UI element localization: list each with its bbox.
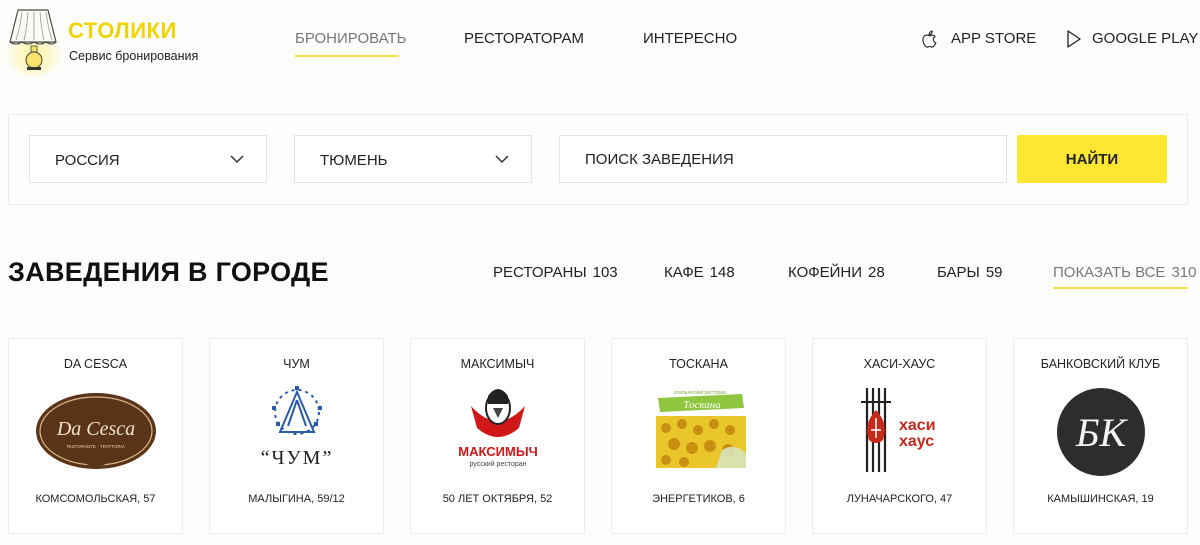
site-header: СТОЛИКИ Сервис бронирования БРОНИРОВАТЬ … xyxy=(0,0,1200,80)
logo-text: “ЧУМ” xyxy=(261,447,334,469)
play-icon xyxy=(1067,30,1081,48)
venue-name: ЧУМ xyxy=(283,357,310,371)
toskana-logo: Тоскана итальянский ресторан xyxy=(656,389,746,468)
venue-card-da-cesca[interactable]: DA CESCA Da Cesca RISTORANTE · TRATTORIA… xyxy=(8,338,183,534)
chum-logo: “ЧУМ” xyxy=(261,386,334,469)
venue-card-bank-club[interactable]: БАНКОВСКИЙ КЛУБ БК КАМЫШИНСКАЯ, 19 xyxy=(1013,338,1188,534)
filter-count: 59 xyxy=(985,264,1003,281)
filter-show-all[interactable]: ПОКАЗАТЬ ВСЕ 310 xyxy=(1053,264,1196,281)
filter-coffee-shops[interactable]: КОФЕЙНИ 28 xyxy=(788,264,885,281)
country-select-value: РОССИЯ xyxy=(55,152,120,169)
venue-name: БАНКОВСКИЙ КЛУБ xyxy=(1040,357,1161,371)
venue-address: КАМЫШИНСКАЯ, 19 xyxy=(1047,493,1154,505)
logo-text: Тоскана xyxy=(683,399,721,411)
nav-interesting[interactable]: ИНТЕРЕСНО xyxy=(643,30,737,47)
city-select[interactable]: ТЮМЕНЬ xyxy=(294,135,532,183)
find-button[interactable]: НАЙТИ xyxy=(1017,135,1167,183)
da-cesca-logo: Da Cesca RISTORANTE · TRATTORIA xyxy=(36,393,156,469)
venue-name: DA CESCA xyxy=(63,357,128,371)
section-title: ЗАВЕДЕНИЯ В ГОРОДЕ xyxy=(8,257,329,287)
filter-label: БАРЫ xyxy=(937,264,980,281)
logo-subtext: русский ресторан xyxy=(469,460,526,468)
filter-cafes[interactable]: КАФЕ 148 xyxy=(664,264,735,281)
venue-address: 50 ЛЕТ ОКТЯБРЯ, 52 xyxy=(442,493,553,505)
filter-label: КАФЕ xyxy=(664,264,704,281)
venue-card-maksimych[interactable]: МАКСИМЫЧ МАКСИМЫЧ русский ресторан 50 ЛЕ… xyxy=(410,338,585,534)
hasi-haus-logo: хаси хаус xyxy=(861,388,936,472)
nav-restaurateurs[interactable]: РЕСТОРАТОРАМ xyxy=(464,30,584,47)
filter-count: 148 xyxy=(709,264,735,281)
logo-text-2: хаус xyxy=(899,433,934,450)
nav-active-underline xyxy=(295,55,399,57)
search-panel: РОССИЯ ТЮМЕНЬ НАЙТИ xyxy=(8,114,1188,205)
venue-name: ТОСКАНА xyxy=(669,357,728,371)
filter-count: 103 xyxy=(592,264,618,281)
nav-book[interactable]: БРОНИРОВАТЬ xyxy=(295,30,407,47)
filter-active-underline xyxy=(1053,287,1188,289)
venue-name: ХАСИ-ХАУС xyxy=(863,357,936,371)
lamp-logo-icon xyxy=(4,9,64,76)
city-select-value: ТЮМЕНЬ xyxy=(320,152,388,169)
venue-address: ЭНЕРГЕТИКОВ, 6 xyxy=(652,493,745,505)
logo-text: Da Cesca xyxy=(56,418,135,440)
venue-address: МАЛЫГИНА, 59/12 xyxy=(248,493,345,505)
filter-count: 28 xyxy=(868,264,885,281)
brand-tagline: Сервис бронирования xyxy=(69,49,199,63)
venue-address: ЛУНАЧАРСКОГО, 47 xyxy=(846,493,953,505)
site-logo[interactable]: СТОЛИКИ Сервис бронирования xyxy=(4,4,198,76)
maksimych-logo: МАКСИМЫЧ русский ресторан xyxy=(458,389,538,468)
logo-text: хаси xyxy=(899,417,936,434)
logo-monogram: БК xyxy=(1075,410,1129,455)
venue-card-toskana[interactable]: ТОСКАНА Тоскана итальянский ресторан ЭНЕ… xyxy=(611,338,786,534)
app-store-label: APP STORE xyxy=(951,30,1037,47)
bank-club-logo: БК xyxy=(1057,388,1145,476)
logo-subtext: итальянский ресторан xyxy=(674,389,726,396)
venue-card-hasi-haus[interactable]: ХАСИ-ХАУС хаси хаус ЛУНАЧАРСКОГО, 47 xyxy=(812,338,987,534)
logo-text: МАКСИМЫЧ xyxy=(458,444,537,459)
google-play-label: GOOGLE PLAY xyxy=(1092,30,1199,47)
venue-search-input[interactable] xyxy=(559,135,1007,183)
country-select[interactable]: РОССИЯ xyxy=(29,135,267,183)
apple-icon xyxy=(922,30,937,48)
filter-restaurants[interactable]: РЕСТОРАНЫ 103 xyxy=(493,264,618,281)
logo-subtext: RISTORANTE · TRATTORIA xyxy=(67,444,125,449)
filter-label: КОФЕЙНИ xyxy=(788,264,863,281)
filter-label: РЕСТОРАНЫ xyxy=(493,264,587,281)
filter-label: ПОКАЗАТЬ ВСЕ xyxy=(1053,264,1166,281)
venue-address: КОМСОМОЛЬСКАЯ, 57 xyxy=(35,493,156,505)
filter-bars[interactable]: БАРЫ 59 xyxy=(937,264,1003,281)
chevron-down-icon xyxy=(230,155,244,164)
venue-card-chum[interactable]: ЧУМ “ЧУМ” МАЛЫГИНА, 59/12 xyxy=(209,338,384,534)
venue-name: МАКСИМЫЧ xyxy=(460,357,535,371)
brand-name: СТОЛИКИ xyxy=(68,18,177,43)
filter-count: 310 xyxy=(1171,264,1197,281)
chevron-down-icon xyxy=(495,155,509,164)
